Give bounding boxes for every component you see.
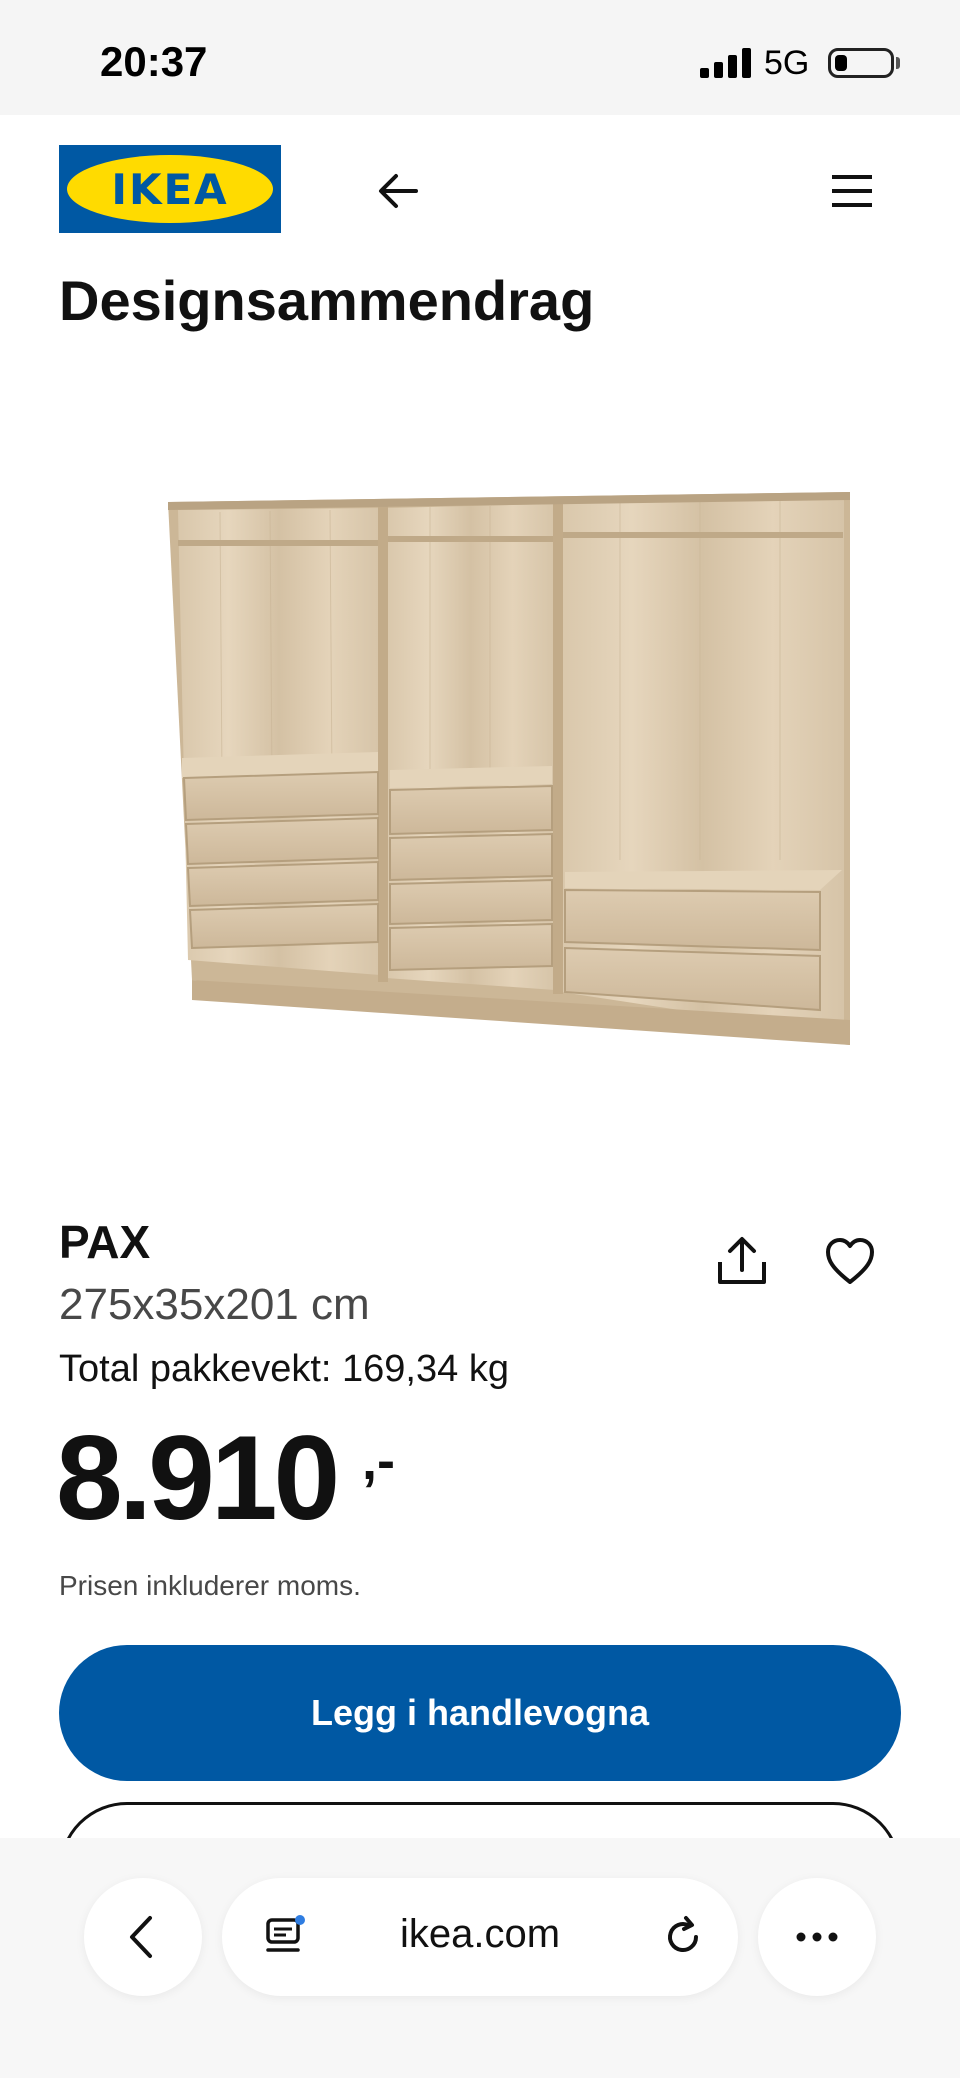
reload-icon[interactable] bbox=[660, 1914, 706, 1960]
status-bar: 20:37 5G bbox=[0, 0, 960, 115]
more-icon bbox=[796, 1932, 838, 1942]
network-type: 5G bbox=[764, 44, 810, 82]
share-icon[interactable] bbox=[714, 1234, 770, 1290]
signal-icon bbox=[700, 48, 751, 78]
product-weight: Total pakkevekt: 169,34 kg bbox=[59, 1348, 509, 1390]
logo-text: IKEA bbox=[111, 165, 229, 214]
price-suffix: ,- bbox=[362, 1431, 395, 1491]
back-arrow-icon[interactable] bbox=[374, 167, 422, 215]
ikea-logo[interactable]: IKEA bbox=[59, 145, 281, 233]
status-time: 20:37 bbox=[100, 38, 208, 85]
product-image bbox=[168, 492, 850, 1045]
product-dimensions: 275x35x201 cm bbox=[59, 1280, 370, 1329]
battery-tip bbox=[896, 57, 900, 69]
page-title: Designsammendrag bbox=[59, 269, 595, 332]
heart-icon[interactable] bbox=[822, 1234, 878, 1290]
chevron-left-icon bbox=[130, 1916, 152, 1958]
price: 8.910 bbox=[56, 1411, 340, 1545]
more-button[interactable] bbox=[758, 1878, 876, 1996]
address-bar[interactable]: ikea.com bbox=[222, 1878, 738, 1996]
menu-icon[interactable] bbox=[828, 169, 876, 213]
battery-icon bbox=[828, 48, 894, 78]
browser-back-button[interactable] bbox=[84, 1878, 202, 1996]
add-to-cart-button[interactable]: Legg i handlevogna bbox=[59, 1645, 901, 1781]
vat-note: Prisen inkluderer moms. bbox=[59, 1570, 361, 1601]
product-name: PAX bbox=[59, 1216, 151, 1268]
site-header: IKEA bbox=[0, 115, 960, 265]
browser-toolbar: ikea.com bbox=[0, 1838, 960, 2078]
